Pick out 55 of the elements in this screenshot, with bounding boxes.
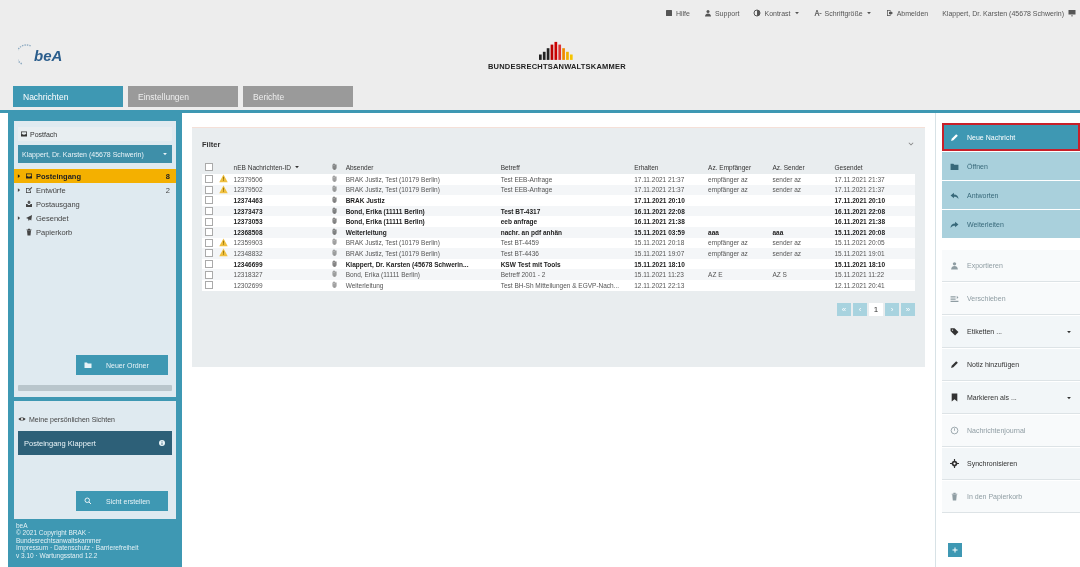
row-checkbox[interactable] xyxy=(205,270,213,279)
caret-icon xyxy=(162,151,168,157)
outbox-icon xyxy=(25,200,33,208)
caret-icon xyxy=(793,10,800,16)
expand-caret-icon xyxy=(16,215,22,221)
row-checkbox[interactable] xyxy=(205,207,213,216)
edit-icon xyxy=(25,186,33,194)
row-checkbox[interactable] xyxy=(205,281,213,290)
row-checkbox[interactable] xyxy=(205,249,213,258)
logout-icon xyxy=(885,9,894,17)
contrast-icon xyxy=(753,9,762,17)
bar-logo-icon xyxy=(538,39,575,60)
plus-icon xyxy=(951,546,959,554)
person-icon xyxy=(950,261,959,270)
list-icon xyxy=(950,294,959,303)
chevron-down-icon[interactable] xyxy=(907,140,915,148)
tag-icon xyxy=(950,327,959,336)
send-icon xyxy=(25,214,33,222)
reply-arrow-icon xyxy=(950,190,959,200)
select-all-checkbox[interactable] xyxy=(205,163,213,171)
row-checkbox[interactable] xyxy=(205,217,213,226)
inbox-icon xyxy=(25,172,33,180)
row-checkbox[interactable] xyxy=(205,175,213,184)
trash-icon xyxy=(950,492,959,501)
row-checkbox[interactable] xyxy=(205,196,213,205)
row-checkbox[interactable] xyxy=(205,185,213,194)
folder-icon xyxy=(950,161,959,171)
folder-icon xyxy=(84,361,92,369)
font-size-icon xyxy=(813,9,822,17)
expand-caret-icon xyxy=(16,187,22,193)
caret-icon xyxy=(865,10,872,16)
trash-icon xyxy=(25,228,33,236)
clock-icon xyxy=(950,426,959,435)
caret-icon xyxy=(1066,394,1072,401)
add-button[interactable] xyxy=(948,543,962,557)
expand-caret-icon xyxy=(16,173,22,179)
bookmark-icon xyxy=(950,393,959,402)
caret-icon xyxy=(1066,328,1072,335)
info-icon xyxy=(158,439,166,447)
monitor-icon xyxy=(1068,9,1076,17)
scrollbar[interactable] xyxy=(18,385,172,391)
pencil-icon xyxy=(950,132,959,142)
pencil-icon xyxy=(950,360,959,369)
forward-arrow-icon xyxy=(950,219,959,229)
inbox-icon xyxy=(20,130,28,138)
row-checkbox[interactable] xyxy=(205,228,213,237)
page-button[interactable]: 1 xyxy=(869,302,883,316)
row-checkbox[interactable] xyxy=(205,260,213,269)
person-icon xyxy=(703,9,712,17)
logo-arc-icon xyxy=(18,44,32,66)
search-icon xyxy=(84,497,92,505)
row-checkbox[interactable] xyxy=(205,238,213,247)
logo-text: beA xyxy=(34,46,63,64)
eye-icon xyxy=(18,415,26,423)
sort-caret-icon xyxy=(294,164,301,170)
